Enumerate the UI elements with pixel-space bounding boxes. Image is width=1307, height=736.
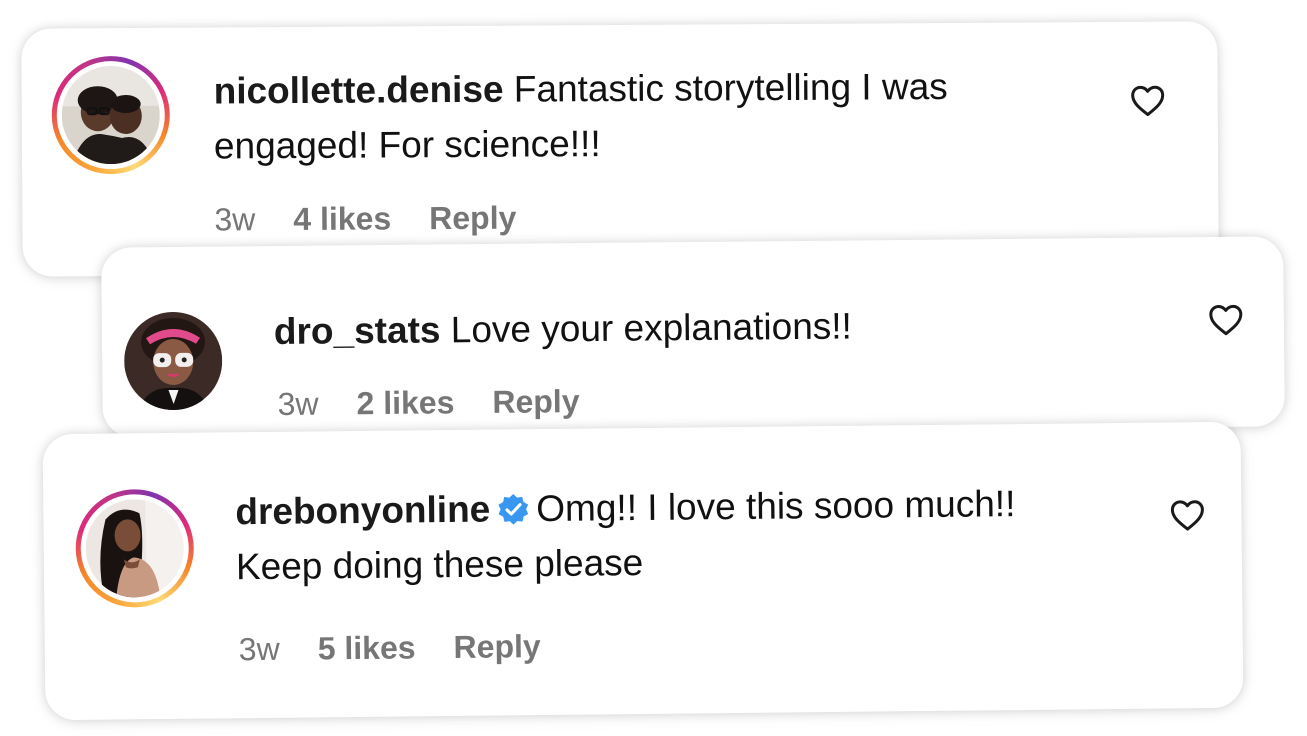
comment-likes[interactable]: 2 likes <box>356 384 454 422</box>
comment-card: dro_stats Love your explanations!! 3w 2 … <box>101 236 1285 438</box>
comment-time: 3w <box>238 630 280 668</box>
comment-username[interactable]: dro_stats <box>274 309 441 352</box>
verified-badge-icon <box>498 494 529 525</box>
comment-card: drebonyonline Omg!! I love this sooo muc… <box>42 421 1244 721</box>
comment-likes[interactable]: 5 likes <box>318 629 416 667</box>
story-ring[interactable] <box>51 55 171 175</box>
comment-meta: 3w 2 likes Reply <box>277 383 579 423</box>
comment-username[interactable]: nicollette.denise <box>214 69 504 112</box>
heart-outline-icon[interactable] <box>1169 498 1205 532</box>
heart-outline-icon[interactable] <box>1130 84 1166 118</box>
comment-username[interactable]: drebonyonline <box>235 489 490 533</box>
comment-likes[interactable]: 4 likes <box>293 200 391 238</box>
reply-button[interactable]: Reply <box>429 200 516 238</box>
comment-body: nicollette.denise Fantastic storytelling… <box>213 58 1094 173</box>
comment-body: drebonyonline Omg!! I love this sooo muc… <box>235 475 1076 594</box>
avatar-dro-stats <box>123 311 223 411</box>
avatar-nicollette-denise <box>61 65 161 165</box>
comment-body: dro_stats Love your explanations!! <box>274 295 1174 359</box>
comment-time: 3w <box>214 201 256 238</box>
reply-button[interactable]: Reply <box>492 383 579 421</box>
reply-button[interactable]: Reply <box>453 628 541 666</box>
comment-meta: 3w 5 likes Reply <box>239 628 541 668</box>
comment-meta: 3w 4 likes Reply <box>214 200 516 239</box>
avatar-container[interactable] <box>123 311 223 411</box>
comment-time: 3w <box>277 385 319 422</box>
comment-text: Love your explanations!! <box>450 305 853 351</box>
heart-outline-icon[interactable] <box>1208 303 1244 337</box>
avatar-drebonyonline <box>85 498 185 598</box>
story-ring[interactable] <box>75 488 195 608</box>
